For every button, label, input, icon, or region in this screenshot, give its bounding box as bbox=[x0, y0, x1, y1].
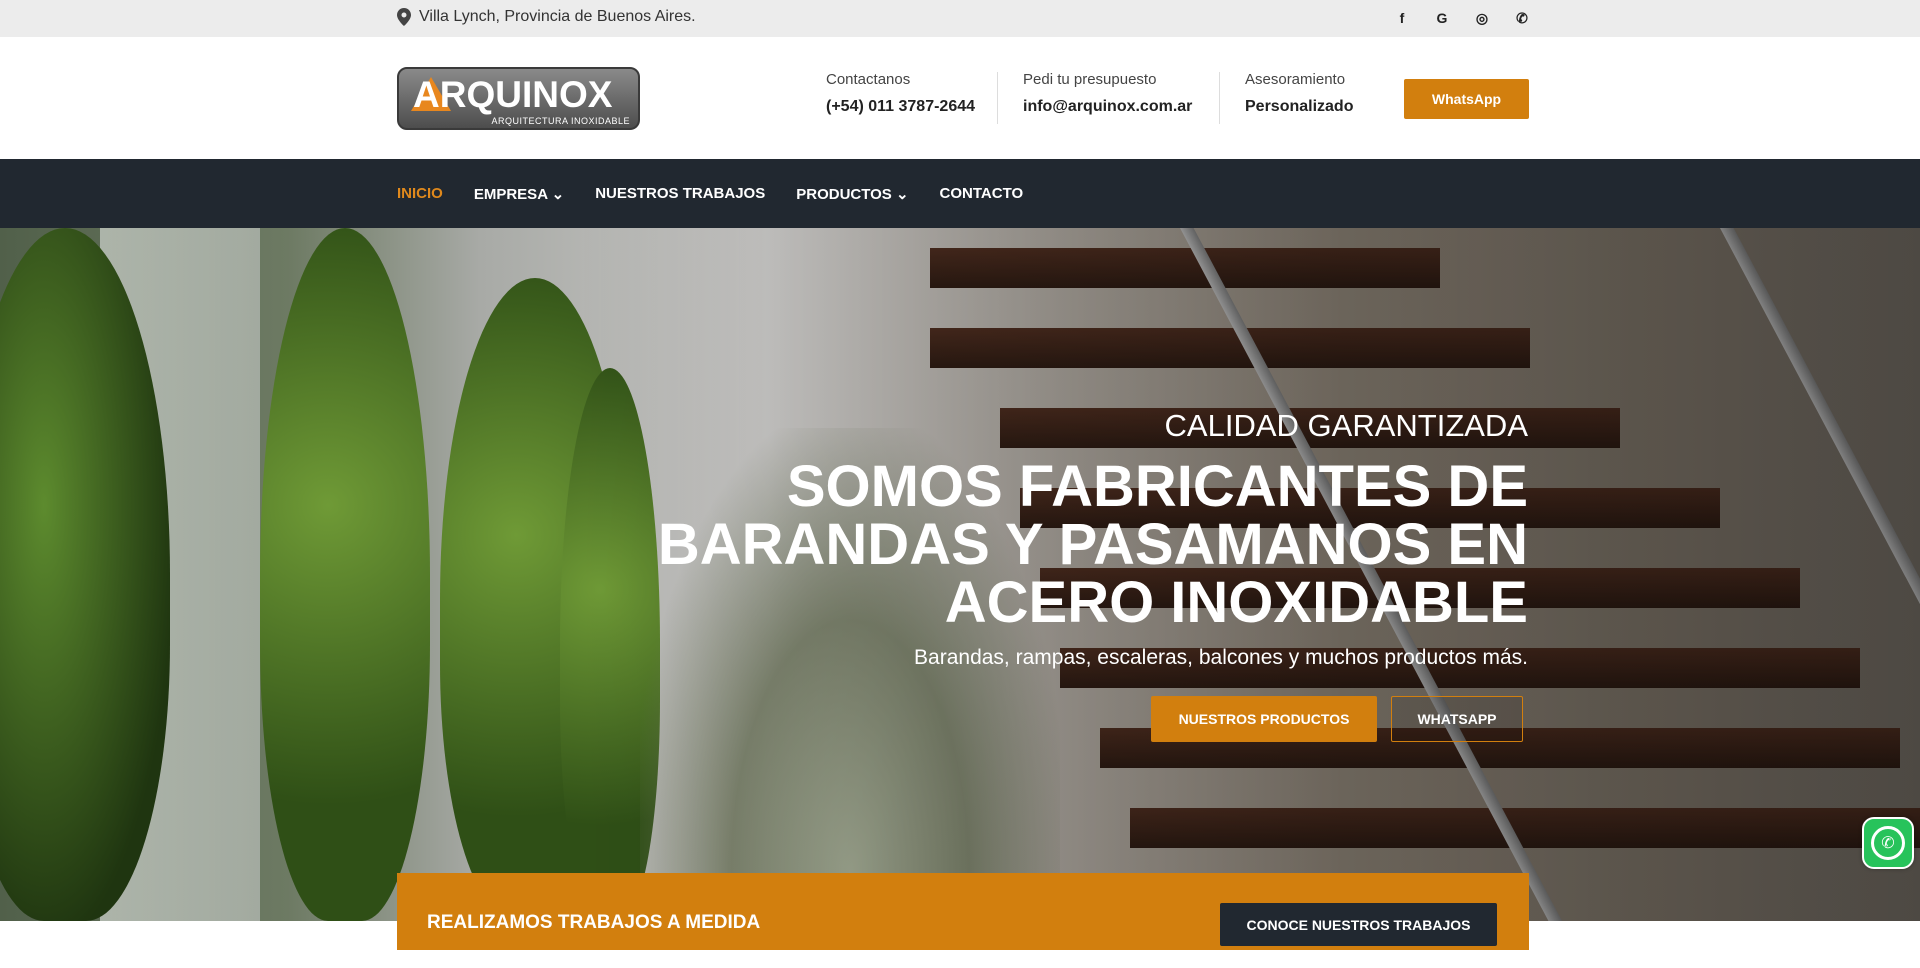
hero-kicker: CALIDAD GARANTIZADA bbox=[1164, 408, 1528, 443]
quote-info: Pedi tu presupuesto info@arquinox.com.ar bbox=[1023, 71, 1192, 116]
location: Villa Lynch, Provincia de Buenos Aires. bbox=[397, 8, 696, 26]
nav-item-productos[interactable]: PRODUCTOS ⌄ bbox=[796, 185, 908, 203]
map-pin-icon bbox=[397, 8, 411, 26]
nav-item-empresa[interactable]: EMPRESA ⌄ bbox=[474, 185, 564, 203]
contact-label: Contactanos bbox=[826, 71, 911, 88]
advice-value: Personalizado bbox=[1245, 98, 1354, 115]
cta-band: REALIZAMOS TRABAJOS A MEDIDA CONOCE NUES… bbox=[397, 873, 1529, 950]
logo-wordmark: ARQUINOX bbox=[413, 74, 613, 115]
nav-item-nuestros-trabajos[interactable]: NUESTROS TRABAJOS bbox=[595, 185, 765, 202]
cta-text: REALIZAMOS TRABAJOS A MEDIDA bbox=[427, 912, 761, 933]
instagram-icon[interactable]: ◎ bbox=[1472, 8, 1492, 28]
location-text: Villa Lynch, Provincia de Buenos Aires. bbox=[419, 8, 696, 25]
main-nav: INICIO EMPRESA ⌄ NUESTROS TRABAJOS PRODU… bbox=[0, 159, 1920, 228]
products-button[interactable]: NUESTROS PRODUCTOS bbox=[1151, 696, 1377, 742]
contact-phone[interactable]: (+54) 011 3787-2644 bbox=[826, 98, 975, 116]
hero-description: Barandas, rampas, escaleras, balcones y … bbox=[914, 646, 1528, 669]
quote-label: Pedi tu presupuesto bbox=[1023, 71, 1157, 88]
floating-whatsapp-button[interactable]: ✆ bbox=[1862, 817, 1914, 869]
nav-item-inicio[interactable]: INICIO bbox=[397, 185, 443, 202]
hero-content: CALIDAD GARANTIZADA SOMOS FABRICANTES DE… bbox=[558, 408, 1528, 742]
divider bbox=[1219, 72, 1220, 124]
social-links: f G ◎ ✆ bbox=[1392, 8, 1532, 28]
quote-email[interactable]: info@arquinox.com.ar bbox=[1023, 98, 1192, 116]
hero-whatsapp-button[interactable]: WHATSAPP bbox=[1391, 696, 1523, 742]
advice-label: Asesoramiento bbox=[1245, 71, 1346, 88]
our-works-button[interactable]: CONOCE NUESTROS TRABAJOS bbox=[1220, 903, 1497, 946]
divider bbox=[997, 72, 998, 124]
site-logo[interactable]: ARQUINOX ARQUITECTURA INOXIDABLE bbox=[397, 67, 640, 130]
nav-item-contacto[interactable]: CONTACTO bbox=[940, 185, 1024, 202]
whatsapp-icon: ✆ bbox=[1871, 826, 1905, 860]
advice-info: Asesoramiento Personalizado bbox=[1245, 71, 1353, 116]
top-bar: Villa Lynch, Provincia de Buenos Aires. … bbox=[0, 0, 1920, 37]
site-header: ARQUINOX ARQUITECTURA INOXIDABLE Contact… bbox=[0, 37, 1920, 159]
page-bottom bbox=[0, 950, 1920, 968]
hero-title: SOMOS FABRICANTES DE BARANDAS Y PASAMANO… bbox=[657, 454, 1528, 635]
google-icon[interactable]: G bbox=[1432, 8, 1452, 28]
logo-tagline: ARQUITECTURA INOXIDABLE bbox=[491, 116, 630, 126]
whatsapp-button[interactable]: WhatsApp bbox=[1404, 79, 1529, 119]
facebook-icon[interactable]: f bbox=[1392, 8, 1412, 28]
contact-info: Contactanos (+54) 011 3787-2644 bbox=[826, 71, 975, 116]
hero-banner: CALIDAD GARANTIZADA SOMOS FABRICANTES DE… bbox=[0, 228, 1920, 921]
whatsapp-icon[interactable]: ✆ bbox=[1512, 8, 1532, 28]
